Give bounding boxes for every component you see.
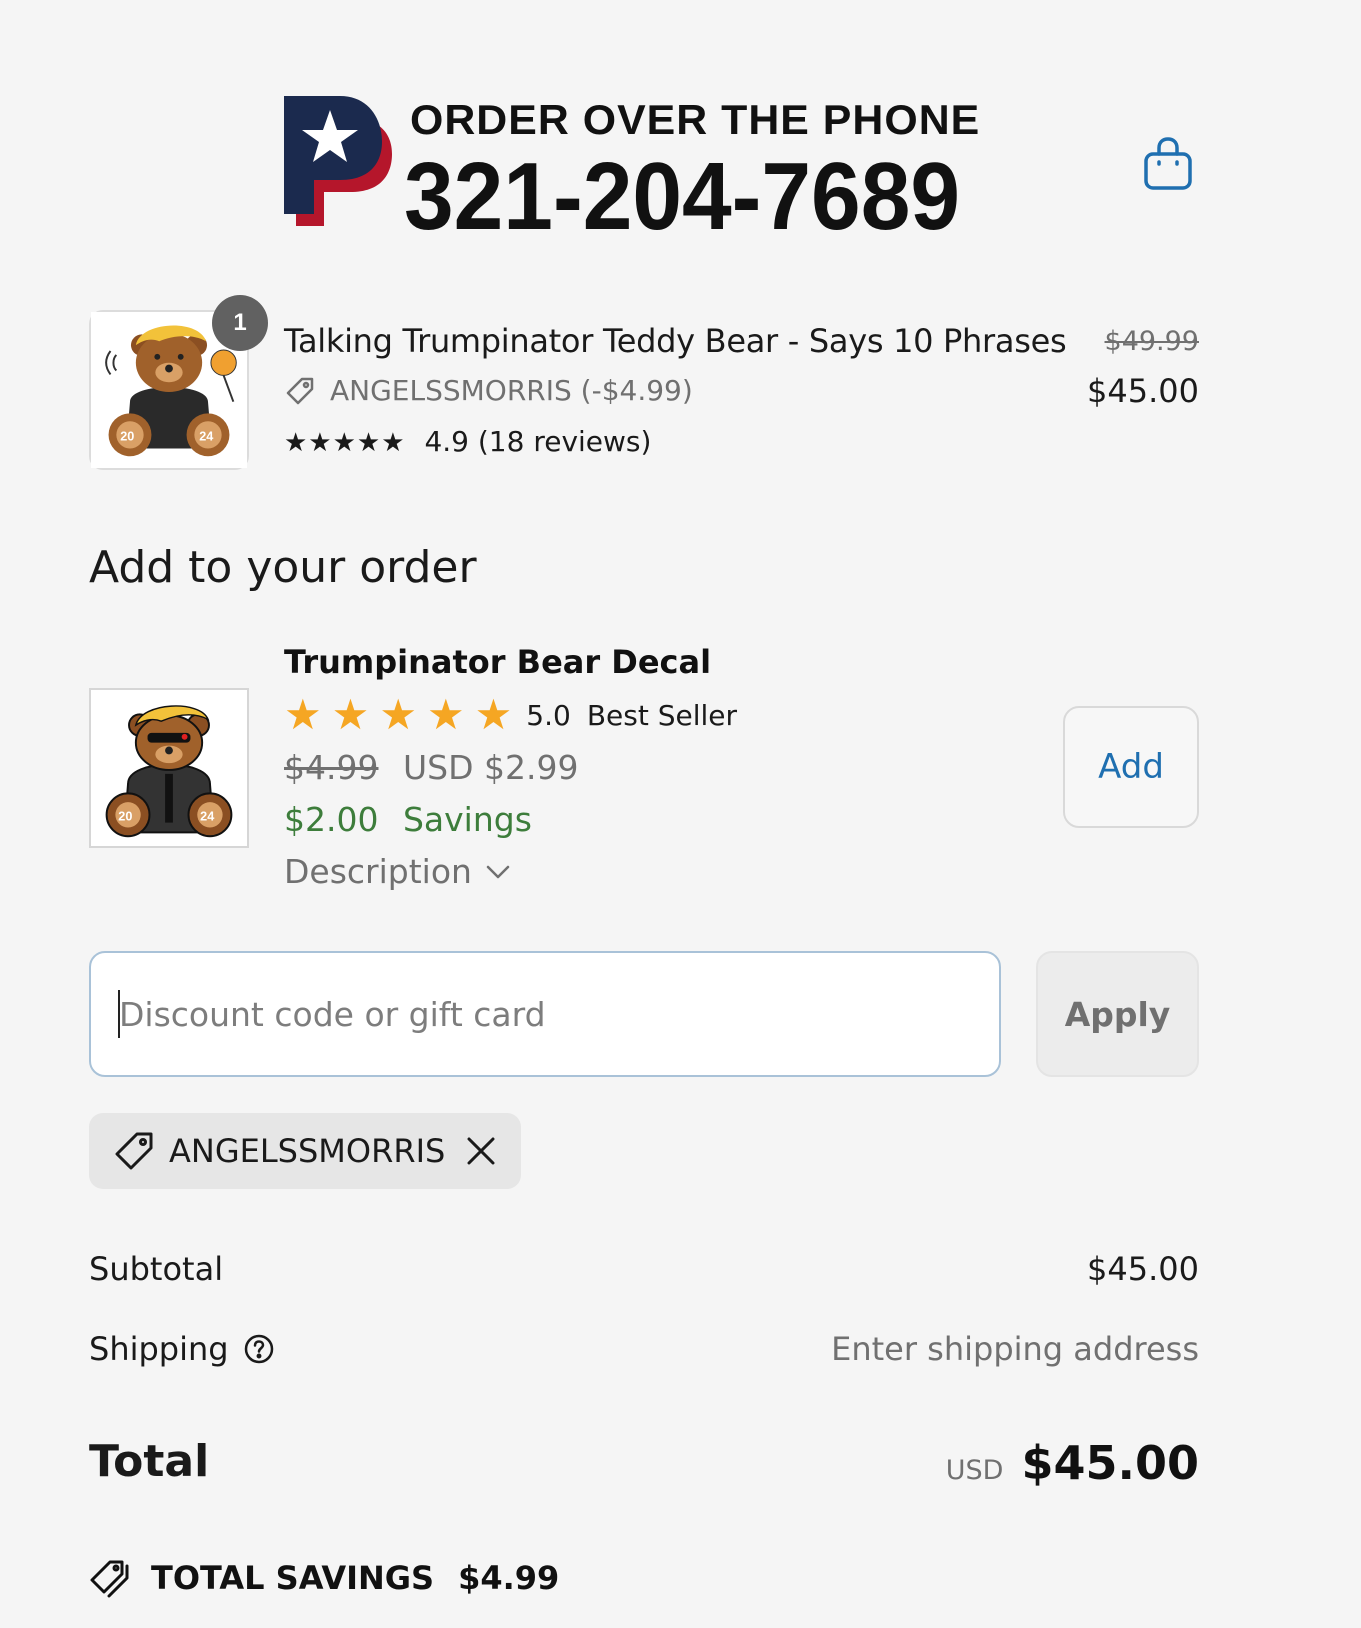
upsell-score: 5.0 bbox=[526, 698, 571, 732]
applied-code-chip: ANGELSSMORRIS bbox=[89, 1113, 521, 1189]
star-icon: ★ bbox=[331, 690, 370, 739]
rating-stars-icon: ★★★★★ bbox=[284, 428, 406, 458]
svg-text:20: 20 bbox=[120, 430, 134, 444]
total-savings-label: TOTAL SAVINGS bbox=[151, 1559, 435, 1597]
shipping-value: Enter shipping address bbox=[831, 1330, 1199, 1368]
store-logo[interactable]: ORDER OVER THE PHONE 321-204-7689 bbox=[284, 96, 1004, 250]
shopping-bag-icon[interactable] bbox=[1142, 136, 1194, 192]
star-icon: ★ bbox=[379, 690, 417, 739]
product-title: Talking Trumpinator Teddy Bear - Says 10… bbox=[284, 322, 1067, 360]
discount-code-input[interactable] bbox=[89, 951, 1001, 1077]
applied-discount: ANGELSSMORRIS (-$4.99) bbox=[284, 374, 693, 407]
total-label: Total bbox=[89, 1436, 210, 1487]
total-value: USD $45.00 bbox=[946, 1436, 1199, 1490]
close-icon[interactable] bbox=[461, 1131, 501, 1171]
quantity-badge: 1 bbox=[212, 295, 268, 351]
applied-code-label: ANGELSSMORRIS bbox=[169, 1132, 446, 1170]
tags-icon bbox=[90, 1560, 129, 1598]
upsell-price: $4.99 USD $2.99 bbox=[284, 748, 578, 787]
shipping-row-label: Shipping bbox=[89, 1330, 275, 1368]
chevron-down-icon bbox=[486, 865, 510, 878]
logo-tagline: ORDER OVER THE PHONE bbox=[410, 96, 981, 143]
svg-text:24: 24 bbox=[199, 430, 213, 444]
upsell-original-price: $4.99 bbox=[284, 748, 379, 787]
subtotal-label: Subtotal bbox=[89, 1250, 224, 1288]
text-cursor bbox=[118, 990, 120, 1038]
description-toggle[interactable]: Description bbox=[284, 852, 512, 891]
bear-decal-image: 20 24 bbox=[91, 690, 247, 846]
star-p-logo-icon bbox=[284, 96, 392, 226]
upsell-product-name: Trumpinator Bear Decal bbox=[284, 643, 712, 681]
svg-text:20: 20 bbox=[118, 810, 132, 824]
star-icon: ★ bbox=[426, 690, 465, 739]
total-currency: USD bbox=[945, 1455, 1004, 1486]
upsell-savings: $2.00 Savings bbox=[284, 800, 532, 839]
line-item-price: $45.00 bbox=[1087, 372, 1199, 410]
product-rating: ★★★★★ 4.9 (18 reviews) bbox=[284, 425, 651, 458]
savings-label: Savings bbox=[402, 800, 532, 839]
discount-code-label: ANGELSSMORRIS (-$4.99) bbox=[330, 374, 693, 407]
help-circle-icon[interactable] bbox=[243, 1333, 275, 1365]
rating-text: 4.9 (18 reviews) bbox=[424, 425, 652, 458]
upsell-rating: ★ ★ ★ ★ ★ 5.0 Best Seller bbox=[284, 694, 737, 736]
shipping-label: Shipping bbox=[89, 1330, 229, 1368]
logo-phone-number: 321-204-7689 bbox=[404, 143, 960, 250]
star-icon: ★ bbox=[474, 690, 513, 739]
total-savings-value: $4.99 bbox=[458, 1559, 560, 1597]
original-price: $49.99 bbox=[1104, 326, 1199, 357]
svg-text:24: 24 bbox=[200, 810, 214, 824]
subtotal-value: $45.00 bbox=[1087, 1250, 1199, 1288]
best-seller-badge: Best Seller bbox=[586, 698, 738, 732]
tag-icon bbox=[286, 377, 314, 404]
upsell-section-title: Add to your order bbox=[89, 542, 477, 593]
apply-discount-button[interactable]: Apply bbox=[1036, 951, 1199, 1077]
upsell-sale-price: USD $2.99 bbox=[402, 748, 579, 787]
total-amount: $45.00 bbox=[1021, 1436, 1199, 1490]
savings-amount: $2.00 bbox=[284, 800, 379, 839]
upsell-thumbnail: 20 24 bbox=[89, 688, 249, 848]
tag-icon bbox=[115, 1132, 153, 1170]
star-icon: ★ bbox=[284, 690, 322, 739]
description-label: Description bbox=[284, 852, 472, 891]
add-upsell-button[interactable]: Add bbox=[1063, 706, 1199, 828]
total-savings-row: TOTAL SAVINGS $4.99 bbox=[89, 1558, 559, 1598]
